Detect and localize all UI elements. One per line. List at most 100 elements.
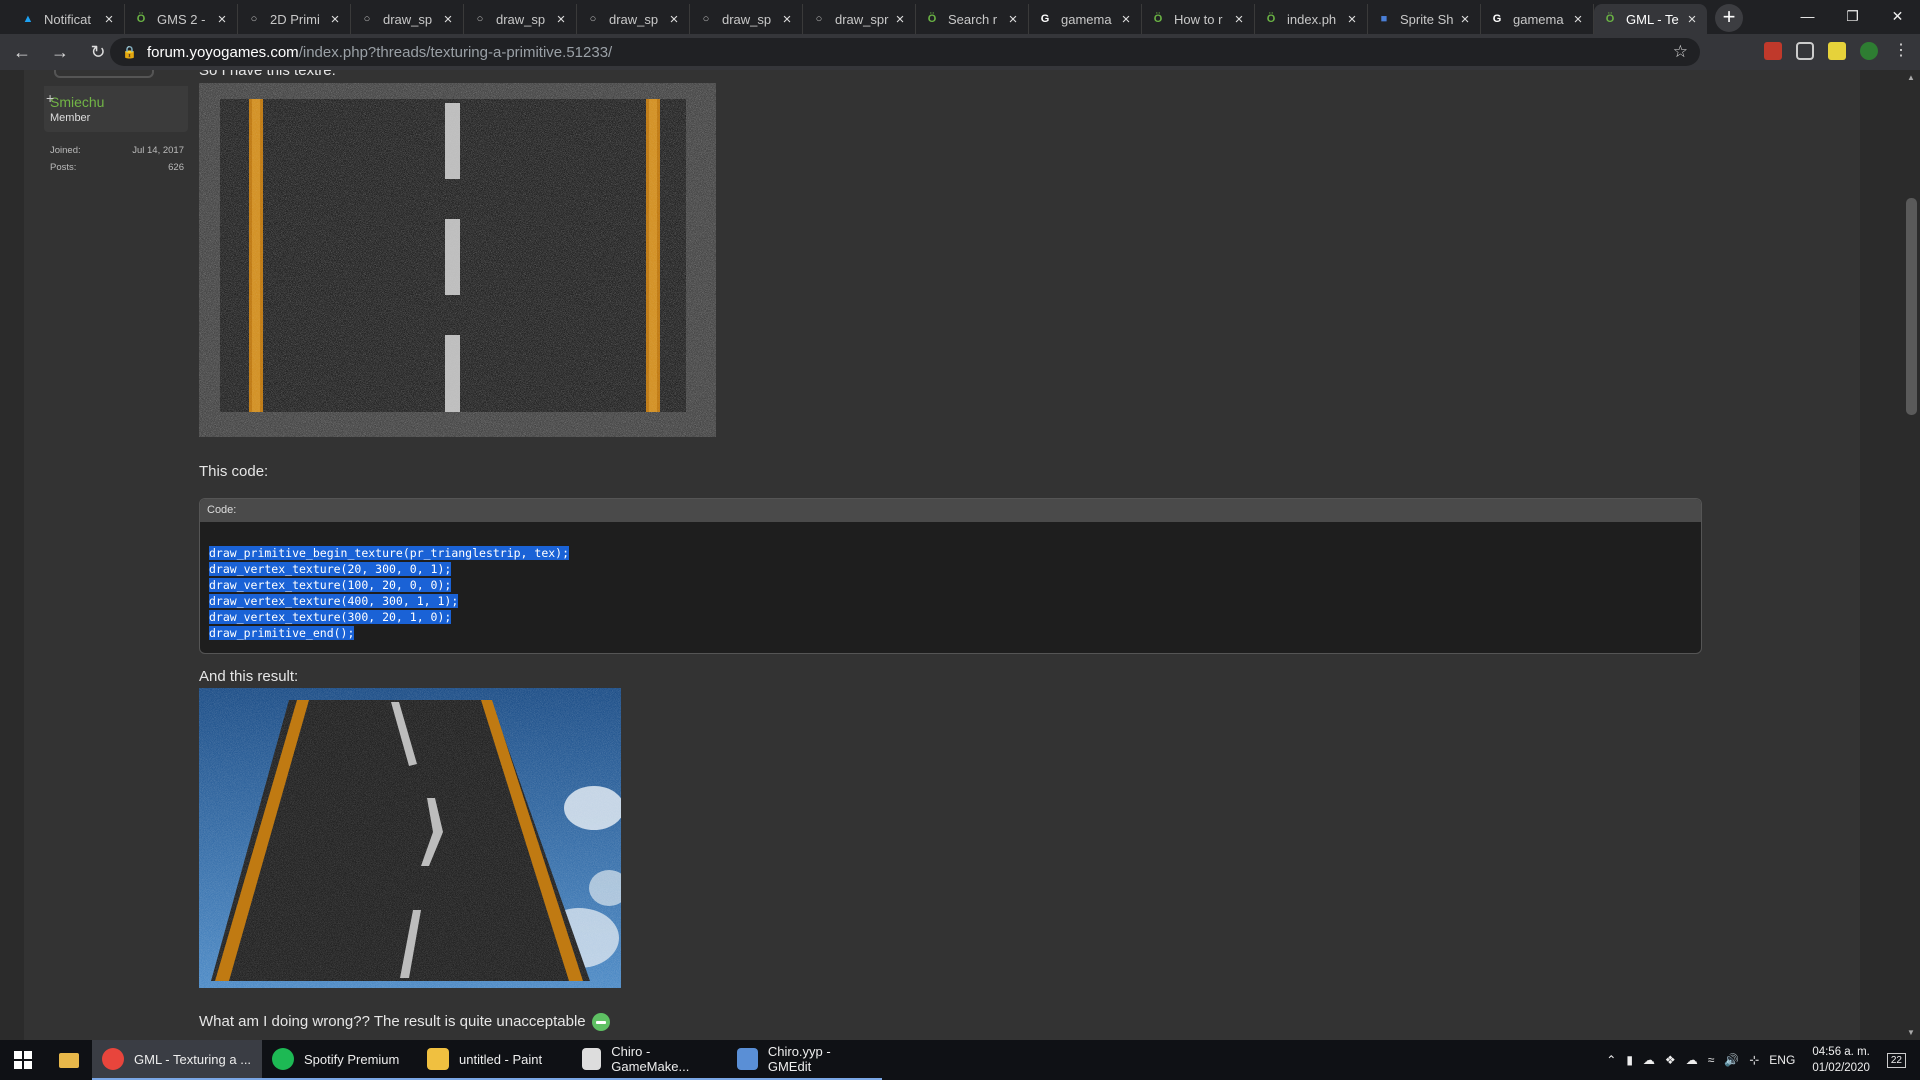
minimize-button[interactable]: — bbox=[1785, 0, 1830, 32]
avatar[interactable] bbox=[54, 70, 154, 78]
start-button[interactable] bbox=[0, 1040, 46, 1080]
wifi-icon[interactable]: ≈ bbox=[1708, 1053, 1715, 1067]
system-tray: ⌃ ▮ ☁ ❖ ☁ ≈ 🔊 ⊹ ENG 04:56 a. m. 01/02/20… bbox=[1601, 1040, 1920, 1080]
browser-tab[interactable]: Öindex.ph × bbox=[1255, 4, 1368, 34]
windows-logo-icon bbox=[14, 1051, 32, 1069]
browser-tab[interactable]: ▲ Notificat × bbox=[12, 4, 125, 34]
joined-value: Jul 14, 2017 bbox=[132, 145, 184, 156]
tab-title: draw_sp bbox=[383, 11, 433, 27]
restore-button[interactable]: ❐ bbox=[1830, 0, 1875, 32]
close-tab-icon[interactable]: × bbox=[441, 11, 455, 28]
browser-tab[interactable]: ○ draw_sp × bbox=[464, 4, 577, 34]
battery-icon[interactable]: ▮ bbox=[1626, 1053, 1633, 1067]
close-tab-icon[interactable]: × bbox=[1006, 11, 1020, 28]
result-render-graphic bbox=[199, 688, 629, 988]
page-content: Smiechu Member Joined: Jul 14, 2017 Post… bbox=[0, 70, 1903, 1040]
browser-tab[interactable]: Ggamema × bbox=[1029, 4, 1142, 34]
browser-tab[interactable]: ○ draw_sp × bbox=[351, 4, 464, 34]
notes-extension-icon[interactable] bbox=[1828, 42, 1846, 60]
close-tab-icon[interactable]: × bbox=[1685, 11, 1699, 28]
tab-list: ▲ Notificat × Ö GMS 2 - × ○ 2D Primi × ○ draw_sp × ○… bbox=[0, 4, 1707, 34]
volume-icon[interactable]: 🔊 bbox=[1724, 1053, 1739, 1067]
cloud-icon[interactable]: ☁ bbox=[1643, 1053, 1655, 1067]
close-tab-icon[interactable]: × bbox=[1458, 11, 1472, 28]
close-tab-icon[interactable]: × bbox=[1119, 11, 1133, 28]
window-controls: — ❐ ✕ bbox=[1785, 0, 1920, 32]
scroll-up-arrow-icon[interactable]: ▲ bbox=[1907, 73, 1915, 82]
taskbar-app[interactable]: untitled - Paint bbox=[417, 1040, 572, 1080]
notification-center-icon[interactable]: 22 bbox=[1886, 1052, 1906, 1068]
close-tab-icon[interactable]: × bbox=[215, 11, 229, 28]
tab-title: How to r bbox=[1174, 11, 1223, 27]
user-info: Smiechu Member bbox=[44, 86, 188, 132]
close-tab-icon[interactable]: × bbox=[554, 11, 568, 28]
post-container: Smiechu Member Joined: Jul 14, 2017 Post… bbox=[24, 70, 1860, 1040]
profile-avatar-icon[interactable] bbox=[1860, 42, 1878, 60]
taskbar-app[interactable]: Spotify Premium bbox=[262, 1040, 417, 1080]
globe-icon: ○ bbox=[363, 13, 371, 25]
scroll-down-arrow-icon[interactable]: ▼ bbox=[1907, 1028, 1915, 1037]
code-content[interactable]: draw_primitive_begin_texture(pr_triangle… bbox=[209, 546, 570, 640]
taskbar-app-label: untitled - Paint bbox=[459, 1051, 543, 1067]
forward-button[interactable]: → bbox=[44, 36, 76, 68]
tab-title: draw_spr bbox=[835, 11, 889, 27]
browser-tab[interactable]: Ggamema × bbox=[1481, 4, 1594, 34]
bookmark-star-icon[interactable]: ☆ bbox=[1673, 42, 1688, 62]
browser-tab[interactable]: ○ draw_sp × bbox=[577, 4, 690, 34]
result-image[interactable] bbox=[199, 688, 629, 988]
browser-tab[interactable]: ○ 2D Primi × bbox=[238, 4, 351, 34]
pocket-extension-icon[interactable] bbox=[1796, 42, 1814, 60]
yoyo-icon: Ö bbox=[136, 13, 146, 25]
browser-tab[interactable]: ○ draw_spr × bbox=[803, 4, 916, 34]
tab-title: draw_sp bbox=[722, 11, 772, 27]
close-tab-icon[interactable]: × bbox=[102, 11, 116, 28]
browser-tab[interactable]: Ö GML - Te × bbox=[1594, 4, 1707, 34]
page-scrollbar[interactable]: ▲ ▼ bbox=[1903, 70, 1920, 1040]
onedrive-icon[interactable]: ☁ bbox=[1686, 1053, 1698, 1067]
browser-tab[interactable]: Ö How to r × bbox=[1142, 4, 1255, 34]
username-link[interactable]: Smiechu bbox=[50, 94, 182, 110]
scrollbar-thumb[interactable] bbox=[1906, 198, 1917, 415]
taskbar-app[interactable]: Chiro - GameMake... bbox=[572, 1040, 727, 1080]
post-intro-text: So I have this textre: bbox=[199, 70, 336, 79]
gamemaker-icon bbox=[582, 1048, 602, 1070]
browser-tab[interactable]: ○ draw_sp × bbox=[690, 4, 803, 34]
tray-chevron-icon[interactable]: ⌃ bbox=[1606, 1053, 1616, 1067]
paint-icon bbox=[427, 1048, 449, 1070]
browser-toolbar: ← → ↻ 🔒 forum.yoyogames.com/index.php?th… bbox=[0, 34, 1920, 70]
tab-title: Notificat bbox=[44, 11, 91, 27]
file-explorer-button[interactable] bbox=[46, 1040, 92, 1080]
browser-tab[interactable]: Ö GMS 2 - × bbox=[125, 4, 238, 34]
taskbar-app[interactable]: GML - Texturing a ... bbox=[92, 1040, 262, 1080]
code-block[interactable]: Code: draw_primitive_begin_texture(pr_tr… bbox=[199, 498, 1702, 654]
close-tab-icon[interactable]: × bbox=[780, 11, 794, 28]
yoyo-icon: Ö bbox=[1153, 13, 1163, 25]
language-indicator[interactable]: ENG bbox=[1769, 1053, 1795, 1067]
browser-tab[interactable]: ■ Sprite Sh × bbox=[1368, 4, 1481, 34]
result-intro-text: And this result: bbox=[199, 668, 299, 685]
close-tab-icon[interactable]: × bbox=[328, 11, 342, 28]
texture-image[interactable] bbox=[199, 83, 716, 437]
user-card: Smiechu Member Joined: Jul 14, 2017 Post… bbox=[44, 70, 190, 180]
menu-kebab-icon[interactable]: ⋮ bbox=[1892, 42, 1910, 60]
dropbox-icon[interactable]: ❖ bbox=[1665, 1053, 1676, 1067]
close-tab-icon[interactable]: × bbox=[893, 11, 907, 28]
tab-title: gamema bbox=[1061, 11, 1112, 27]
browser-tab[interactable]: Ö Search r × bbox=[916, 4, 1029, 34]
close-tab-icon[interactable]: × bbox=[1345, 11, 1359, 28]
address-bar[interactable]: 🔒 forum.yoyogames.com/index.php?threads/… bbox=[110, 38, 1700, 66]
tab-title: GMS 2 - bbox=[157, 11, 206, 27]
back-button[interactable]: ← bbox=[6, 36, 38, 68]
extensions: ⋮ bbox=[1764, 42, 1910, 60]
close-window-button[interactable]: ✕ bbox=[1875, 0, 1920, 32]
taskbar-app[interactable]: Chiro.yyp - GMEdit bbox=[727, 1040, 882, 1080]
bluetooth-icon[interactable]: ⊹ bbox=[1749, 1053, 1759, 1067]
close-tab-icon[interactable]: × bbox=[1232, 11, 1246, 28]
clock[interactable]: 04:56 a. m. 01/02/2020 bbox=[1812, 1044, 1870, 1076]
mail-extension-icon[interactable] bbox=[1764, 42, 1782, 60]
new-tab-button[interactable]: + bbox=[1715, 4, 1743, 32]
close-tab-icon[interactable]: × bbox=[667, 11, 681, 28]
close-tab-icon[interactable]: × bbox=[1571, 11, 1585, 28]
code-header: Code: bbox=[200, 499, 1701, 522]
spotify-icon bbox=[272, 1048, 294, 1070]
